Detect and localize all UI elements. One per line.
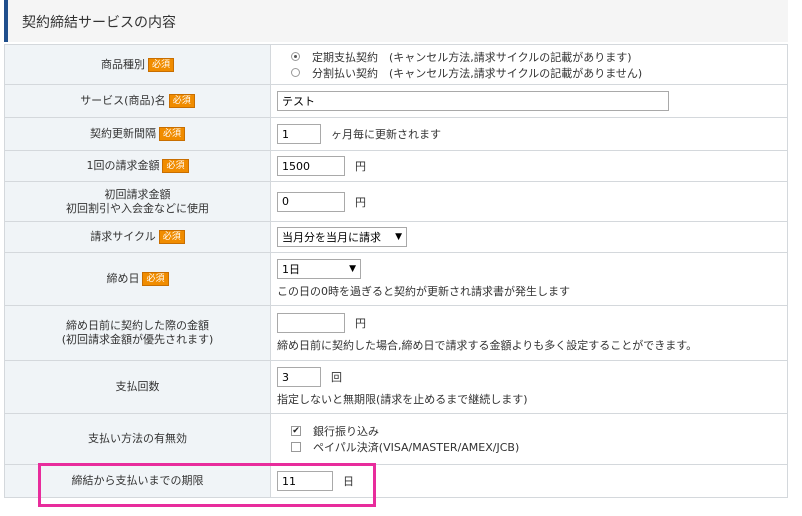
payment-deadline-label: 締結から支払いまでの期限	[4, 464, 271, 498]
row-payment-deadline: 締結から支払いまでの期限 日	[4, 464, 788, 498]
row-billing-cycle: 請求サイクル 必須 当月分を当月に請求 ▼	[4, 221, 788, 253]
billing-amount-label: 1回の請求金額 必須	[4, 150, 271, 182]
chevron-down-icon: ▼	[349, 264, 356, 274]
row-service-name: サービス(商品)名 必須	[4, 84, 788, 118]
radio-button[interactable]	[291, 68, 300, 77]
billing-cycle-select[interactable]: 当月分を当月に請求 ▼	[277, 227, 407, 247]
pre-closing-amount-label: 締め日前に契約した際の金額 (初回請求金額が優先されます)	[4, 305, 271, 361]
payment-count-unit: 回	[331, 371, 342, 384]
pre-closing-amount-note: 締め日前に契約した場合,締め日で請求する金額よりも多く設定することができます。	[277, 339, 698, 352]
required-badge: 必須	[147, 57, 174, 72]
required-badge: 必須	[162, 159, 189, 173]
checkbox-checked[interactable]: ✔	[291, 426, 301, 436]
checkbox-label-paypal: ペイパル決済(VISA/MASTER/AMEX/JCB)	[313, 441, 520, 454]
radio-option-subscription[interactable]: 定期支払契約 (キャンセル方法,請求サイクルの記載があります)	[279, 49, 787, 65]
product-type-label: 商品種別 必須	[4, 44, 271, 85]
payment-deadline-input[interactable]	[277, 471, 333, 491]
required-badge: 必須	[158, 127, 185, 141]
pre-closing-amount-unit: 円	[355, 317, 366, 330]
renewal-interval-unit: ヶ月毎に更新されます	[331, 128, 441, 141]
checkbox-option-paypal[interactable]: ペイパル決済(VISA/MASTER/AMEX/JCB)	[279, 439, 787, 455]
row-renewal-interval: 契約更新間隔必須 ヶ月毎に更新されます	[4, 117, 788, 151]
row-billing-amount: 1回の請求金額必須 円	[4, 150, 788, 182]
chevron-down-icon: ▼	[395, 232, 402, 242]
initial-amount-input[interactable]	[277, 191, 345, 212]
required-badge: 必須	[168, 94, 195, 108]
section-header: 契約締結サービスの内容	[4, 0, 788, 42]
renewal-interval-label: 契約更新間隔 必須	[4, 117, 271, 151]
checkbox-option-bank-transfer[interactable]: ✔ 銀行振り込み	[279, 423, 787, 439]
closing-day-label: 締め日 必須	[4, 252, 271, 306]
required-badge: 必須	[142, 272, 169, 286]
service-name-input[interactable]	[277, 91, 669, 111]
payment-count-label: 支払回数	[4, 360, 271, 414]
radio-button-selected[interactable]	[291, 52, 300, 61]
closing-day-select[interactable]: 1日 ▼	[277, 259, 361, 279]
radio-label-installment: 分割払い契約 (キャンセル方法,請求サイクルの記載がありません)	[312, 66, 643, 80]
payment-count-note: 指定しないと無期限(請求を止めるまで継続します)	[277, 393, 528, 406]
row-product-type: 商品種別 必須 定期支払契約 (キャンセル方法,請求サイクルの記載があります) 分…	[4, 44, 788, 85]
row-payment-count: 支払回数 回 指定しないと無期限(請求を止めるまで継続します)	[4, 360, 788, 414]
contract-form-table: 商品種別 必須 定期支払契約 (キャンセル方法,請求サイクルの記載があります) 分…	[4, 44, 788, 498]
payment-deadline-unit: 日	[343, 475, 354, 488]
checkbox-label-bank-transfer: 銀行振り込み	[313, 425, 379, 438]
checkbox[interactable]	[291, 442, 301, 452]
section-title: 契約締結サービスの内容	[22, 15, 176, 31]
row-pre-closing-amount: 締め日前に契約した際の金額 (初回請求金額が優先されます) 円 締め日前に契約した…	[4, 305, 788, 361]
billing-amount-input[interactable]	[277, 156, 345, 176]
service-name-label: サービス(商品)名 必須	[4, 84, 271, 118]
required-badge: 必須	[158, 230, 185, 244]
row-payment-methods: 支払い方法の有無効 ✔ 銀行振り込み ペイパル決済(VISA/MASTER/AM…	[4, 413, 788, 465]
renewal-interval-input[interactable]	[277, 124, 321, 144]
payment-methods-label: 支払い方法の有無効	[4, 413, 271, 465]
payment-count-input[interactable]	[277, 367, 321, 387]
billing-cycle-label: 請求サイクル 必須	[4, 221, 271, 253]
initial-amount-label: 初回請求金額 初回割引や入会金などに使用	[4, 181, 271, 222]
row-closing-day: 締め日 必須 1日 ▼ この日の0時を過ぎると契約が更新され請求書が発生します	[4, 252, 788, 306]
radio-label-subscription: 定期支払契約 (キャンセル方法,請求サイクルの記載があります)	[312, 50, 632, 64]
radio-option-installment[interactable]: 分割払い契約 (キャンセル方法,請求サイクルの記載がありません)	[279, 65, 787, 81]
billing-amount-unit: 円	[355, 160, 366, 173]
row-initial-amount: 初回請求金額初回割引や入会金などに使用 円	[4, 181, 788, 222]
closing-day-note: この日の0時を過ぎると契約が更新され請求書が発生します	[277, 285, 570, 298]
pre-closing-amount-input[interactable]	[277, 313, 345, 333]
initial-amount-unit: 円	[355, 195, 366, 209]
